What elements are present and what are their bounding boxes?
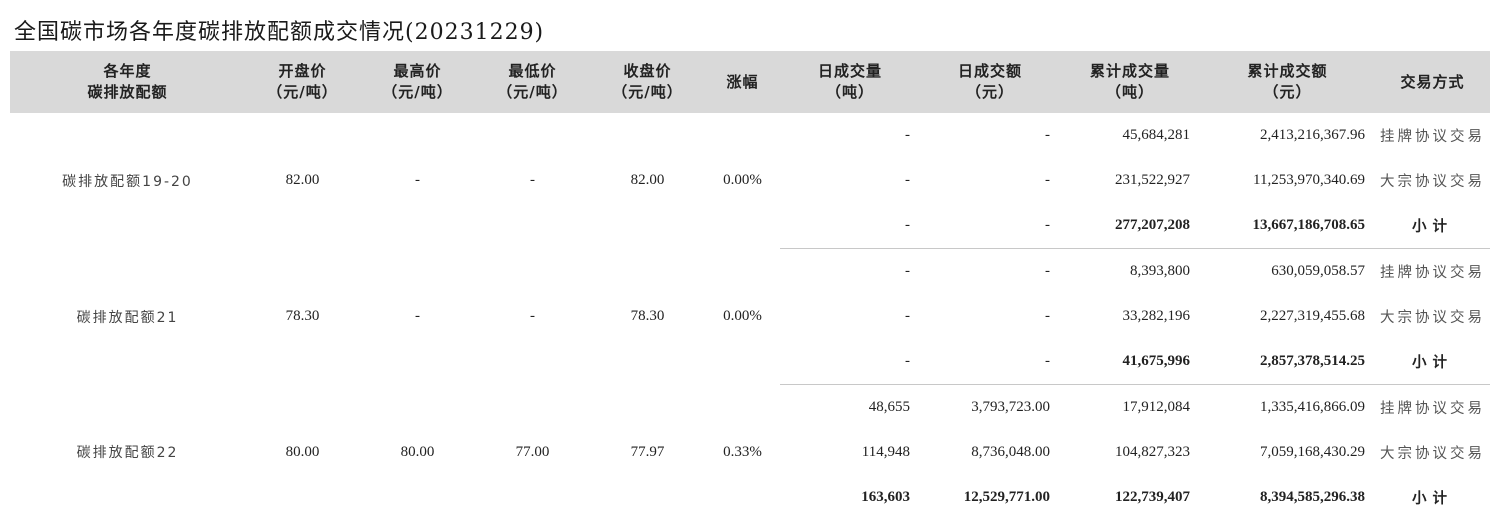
close-price: 82.00 xyxy=(630,172,665,189)
low-price: - xyxy=(530,308,535,324)
daily-amount: - xyxy=(920,203,1060,249)
cumulative-volume: 277,207,208 xyxy=(1060,203,1200,249)
header-allowance: 各年度 碳排放配额 xyxy=(87,62,168,101)
page-title: 全国碳市场各年度碳排放配额成交情况(20231229) xyxy=(14,20,545,45)
trade-mode: 挂牌协议交易 xyxy=(1380,129,1485,145)
header-high-price: 最高价 （元/吨） xyxy=(382,62,453,101)
close-price: 78.30 xyxy=(630,308,665,324)
daily-volume: 48,655 xyxy=(868,399,910,415)
low-price: - xyxy=(530,172,535,189)
trade-mode: 大宗协议交易 xyxy=(1380,446,1485,462)
trade-mode: 大宗协议交易 xyxy=(1380,174,1485,190)
daily-amount: - xyxy=(1045,172,1050,188)
trade-mode: 小计 xyxy=(1375,339,1490,385)
cumulative-amount: 8,394,585,296.38 xyxy=(1260,489,1365,505)
cumulative-amount: 630,059,058.57 xyxy=(1271,263,1365,279)
header-change: 涨幅 xyxy=(726,72,759,91)
daily-volume: - xyxy=(905,127,910,143)
daily-amount: 3,793,723.00 xyxy=(971,399,1050,415)
allowance-name: 碳排放配额21 xyxy=(76,309,179,326)
cumulative-amount: 13,667,186,708.65 xyxy=(1200,203,1375,249)
price-change: 0.00% xyxy=(723,172,762,189)
daily-amount: 12,529,771.00 xyxy=(963,489,1050,505)
daily-volume: 114,948 xyxy=(861,444,910,460)
daily-volume: - xyxy=(905,263,910,279)
trade-mode: 大宗协议交易 xyxy=(1380,310,1485,326)
header-open-price: 开盘价 （元/吨） xyxy=(267,62,338,101)
daily-amount: - xyxy=(1045,263,1050,279)
high-price: - xyxy=(415,172,420,189)
cumulative-amount: 2,857,378,514.25 xyxy=(1200,339,1375,385)
cumulative-amount: 7,059,168,430.29 xyxy=(1260,444,1365,460)
daily-amount: - xyxy=(1045,127,1050,143)
carbon-market-table: 各年度 碳排放配额 开盘价 （元/吨） 最高价 （元/吨） 最低价 （元/吨） 收盘价（… xyxy=(10,51,1490,520)
header-cumulative-volume: 累计成交量 （吨） xyxy=(1089,62,1170,101)
daily-amount: - xyxy=(1045,308,1050,324)
header-daily-amount: 日成交额 （元） xyxy=(957,62,1022,101)
low-price: 77.00 xyxy=(515,443,550,460)
allowance-name: 碳排放配额19-20 xyxy=(62,173,193,190)
cumulative-volume: 8,393,800 xyxy=(1130,263,1190,279)
cumulative-volume: 41,675,996 xyxy=(1060,339,1200,385)
table-header-row: 各年度 碳排放配额 开盘价 （元/吨） 最高价 （元/吨） 最低价 （元/吨） 收盘价（… xyxy=(10,51,1490,113)
daily-volume: - xyxy=(905,172,910,188)
header-cumulative-amount: 累计成交额 （元） xyxy=(1247,62,1328,101)
high-price: - xyxy=(415,308,420,324)
cumulative-volume: 231,522,927 xyxy=(1115,172,1190,188)
trade-mode: 小计 xyxy=(1412,491,1453,507)
trade-mode: 挂牌协议交易 xyxy=(1380,401,1485,417)
cumulative-volume: 122,739,407 xyxy=(1115,489,1190,505)
cumulative-amount: 11,253,970,340.69 xyxy=(1253,172,1365,188)
cumulative-volume: 33,282,196 xyxy=(1122,308,1191,324)
daily-volume: 163,603 xyxy=(861,489,910,505)
daily-volume: - xyxy=(780,203,920,249)
price-change: 0.33% xyxy=(723,443,762,460)
open-price: 82.00 xyxy=(285,172,320,189)
header-trade-mode: 交易方式 xyxy=(1400,72,1465,91)
daily-amount: 8,736,048.00 xyxy=(971,444,1050,460)
trade-mode: 挂牌协议交易 xyxy=(1380,265,1485,281)
price-change: 0.00% xyxy=(723,308,762,324)
header-close-price: 收盘价 （元/吨） xyxy=(612,62,683,101)
header-low-price: 最低价 （元/吨） xyxy=(497,62,568,101)
cumulative-amount: 2,413,216,367.96 xyxy=(1260,127,1365,143)
cumulative-volume: 17,912,084 xyxy=(1122,399,1191,415)
high-price: 80.00 xyxy=(400,443,435,460)
cumulative-volume: 104,827,323 xyxy=(1115,444,1190,460)
table-row: 碳排放配额22 80.00 80.00 77.00 77.97 0.33% 48… xyxy=(10,385,1490,461)
trade-mode: 小计 xyxy=(1375,203,1490,249)
cumulative-volume: 45,684,281 xyxy=(1122,127,1191,143)
open-price: 80.00 xyxy=(285,443,320,460)
daily-volume: - xyxy=(905,308,910,324)
table-row: 碳排放配额21 78.30 - - 78.30 0.00% - - 8,393,… xyxy=(10,249,1490,326)
daily-amount: - xyxy=(920,339,1060,385)
allowance-name: 碳排放配额22 xyxy=(76,445,179,462)
header-daily-volume: 日成交量 （吨） xyxy=(817,62,882,101)
table-row: 碳排放配额19-20 82.00 - - 82.00 0.00% - - 45,… xyxy=(10,113,1490,190)
close-price: 77.97 xyxy=(630,443,665,460)
daily-volume: - xyxy=(780,339,920,385)
cumulative-amount: 2,227,319,455.68 xyxy=(1260,308,1365,324)
cumulative-amount: 1,335,416,866.09 xyxy=(1260,399,1365,415)
open-price: 78.30 xyxy=(285,308,320,324)
